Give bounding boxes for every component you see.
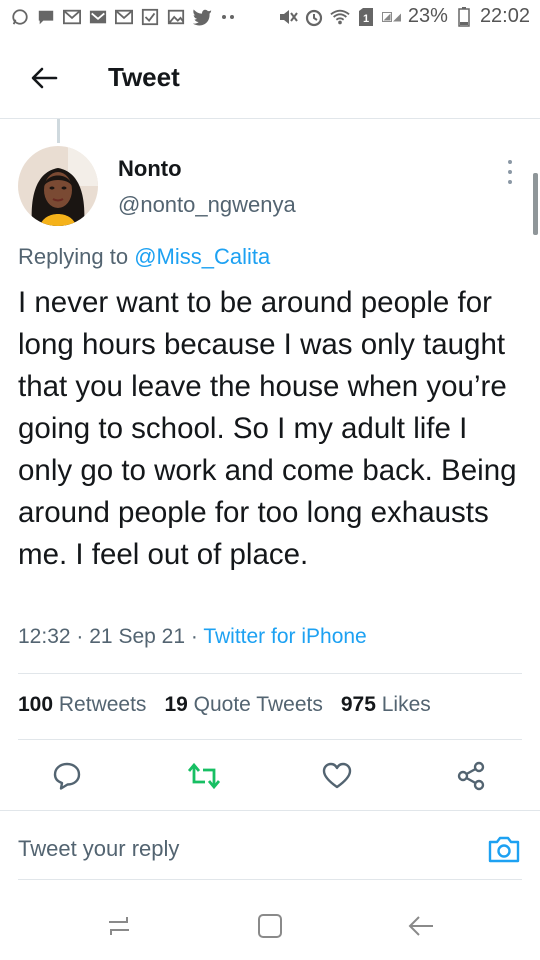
meta-separator: · bbox=[76, 625, 84, 648]
recents-icon bbox=[109, 917, 129, 935]
replying-to: Replying to @Miss_Calita bbox=[18, 244, 270, 270]
home-square-icon bbox=[258, 914, 282, 938]
retweet-icon bbox=[188, 762, 220, 790]
system-nav-bar bbox=[0, 890, 540, 960]
header-divider bbox=[0, 118, 540, 119]
system-status: 1 23% 22:02 bbox=[278, 5, 530, 28]
status-bar: 1 23% 22:02 bbox=[0, 0, 540, 36]
divider bbox=[18, 879, 522, 880]
replying-mention-link[interactable]: @Miss_Calita bbox=[134, 244, 270, 269]
home-button[interactable] bbox=[252, 908, 288, 944]
messages-icon bbox=[36, 7, 56, 27]
battery-percent: 23% bbox=[407, 5, 448, 27]
author-name[interactable]: Nonto bbox=[118, 156, 182, 182]
reply-input[interactable]: Tweet your reply bbox=[18, 836, 179, 862]
tweet-date: 21 Sep 21 bbox=[89, 625, 186, 648]
divider bbox=[18, 739, 522, 740]
quote-tweets-stat[interactable]: 19 Quote Tweets bbox=[164, 693, 322, 717]
more-vertical-icon-dot bbox=[508, 180, 512, 184]
more-dots-icon bbox=[218, 7, 238, 27]
meta-separator: · bbox=[190, 625, 198, 648]
gmail-icon bbox=[114, 7, 134, 27]
quote-tweets-count: 19 bbox=[164, 693, 188, 716]
share-icon bbox=[457, 761, 485, 791]
notification-icons bbox=[10, 7, 238, 27]
back-arrow-icon bbox=[408, 916, 433, 936]
retweets-count: 100 bbox=[18, 693, 54, 716]
signal-icon bbox=[382, 7, 402, 27]
svg-text:1: 1 bbox=[363, 13, 369, 25]
gallery-icon bbox=[166, 7, 186, 27]
divider bbox=[18, 673, 522, 674]
comment-icon bbox=[53, 762, 81, 790]
back-nav-button[interactable] bbox=[403, 908, 439, 944]
arrow-left-icon bbox=[31, 67, 58, 89]
sim1-icon: 1 bbox=[356, 7, 376, 27]
retweet-button[interactable] bbox=[183, 755, 225, 797]
tweet-stats: 100 Retweets 19 Quote Tweets 975 Likes bbox=[18, 693, 431, 717]
battery-icon bbox=[454, 6, 474, 27]
whatsapp-icon bbox=[10, 7, 30, 27]
avatar[interactable] bbox=[18, 146, 98, 226]
more-vertical-icon bbox=[508, 160, 512, 164]
wifi-icon bbox=[330, 7, 350, 27]
alarm-icon bbox=[304, 7, 324, 27]
author-handle[interactable]: @nonto_ngwenya bbox=[118, 192, 296, 218]
retweets-label: Retweets bbox=[58, 693, 147, 716]
camera-icon bbox=[488, 836, 520, 863]
top-app-bar: Tweet bbox=[0, 40, 540, 118]
twitter-icon bbox=[192, 7, 212, 27]
email-icon bbox=[88, 7, 108, 27]
likes-label: Likes bbox=[381, 693, 431, 716]
clock: 22:02 bbox=[479, 5, 530, 27]
gmail-icon bbox=[62, 7, 82, 27]
tweet-time: 12:32 bbox=[18, 625, 71, 648]
reply-button[interactable] bbox=[46, 755, 88, 797]
divider bbox=[0, 810, 540, 811]
likes-stat[interactable]: 975 Likes bbox=[341, 693, 431, 717]
mute-icon bbox=[278, 7, 298, 27]
recents-button[interactable] bbox=[101, 908, 137, 944]
more-options-button[interactable] bbox=[496, 160, 524, 184]
replying-prefix: Replying to bbox=[18, 244, 129, 269]
more-vertical-icon-dot bbox=[508, 170, 512, 174]
thread-connector bbox=[57, 119, 60, 143]
share-button[interactable] bbox=[450, 755, 492, 797]
page-title: Tweet bbox=[108, 62, 180, 92]
tweet-text: I never want to be around people for lon… bbox=[18, 286, 517, 571]
tweet-actions bbox=[0, 755, 540, 797]
back-button[interactable] bbox=[26, 60, 62, 96]
scroll-indicator[interactable] bbox=[533, 173, 538, 235]
retweets-stat[interactable]: 100 Retweets bbox=[18, 693, 146, 717]
heart-icon bbox=[322, 762, 352, 789]
like-button[interactable] bbox=[316, 755, 358, 797]
likes-count: 975 bbox=[340, 693, 376, 716]
quote-tweets-label: Quote Tweets bbox=[193, 693, 323, 716]
checkbox-icon bbox=[140, 7, 160, 27]
camera-button[interactable] bbox=[486, 831, 522, 867]
tweet-meta: 12:32 · 21 Sep 21 · Twitter for iPhone bbox=[18, 625, 367, 649]
tweet-source-link[interactable]: Twitter for iPhone bbox=[203, 625, 366, 648]
